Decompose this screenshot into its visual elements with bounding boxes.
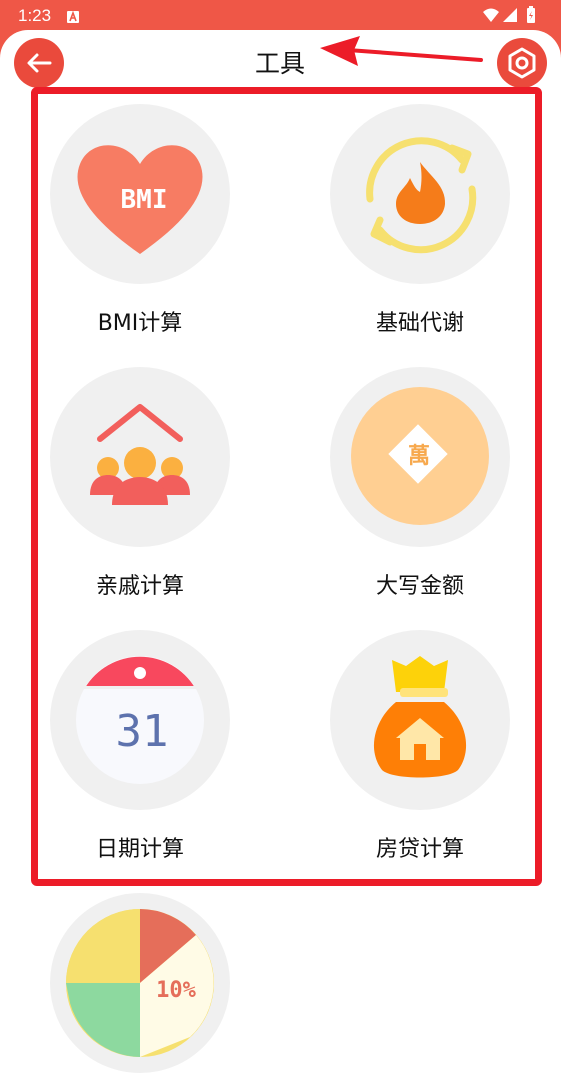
wan-coin-text: 萬 [408, 443, 430, 469]
money-bag-house-icon [373, 656, 467, 778]
tool-label: 日期计算 [95, 837, 184, 862]
status-icons [481, 6, 543, 28]
calendar-icon: 31 [70, 656, 210, 784]
tool-circle: BMI [50, 104, 230, 284]
tool-basal-metabolism[interactable]: 基础代谢 [330, 104, 510, 337]
heart-bmi-icon: BMI [77, 145, 203, 254]
status-time: 1:23 [18, 6, 52, 25]
hexagon-settings-icon [508, 47, 536, 79]
family-house-icon [90, 404, 190, 505]
tool-mortgage[interactable]: 房贷计算 [330, 630, 510, 863]
tool-circle [330, 630, 510, 810]
tool-label: 基础代谢 [375, 311, 464, 336]
wan-coin-icon: 萬 [351, 387, 489, 525]
tool-circle [330, 104, 510, 284]
tool-capital-amount[interactable]: 萬 大写金额 [330, 367, 510, 600]
tool-label: 大写金额 [375, 574, 464, 599]
heart-bmi-text: BMI [121, 185, 168, 215]
tool-circle: 31 [50, 630, 230, 810]
tool-label: BMI计算 [97, 311, 183, 336]
settings-button[interactable] [497, 38, 547, 88]
page-title: 工具 [254, 49, 305, 78]
flame-cycle-icon [366, 137, 477, 254]
battery-icon [527, 6, 535, 23]
signal-icon [503, 8, 517, 22]
tool-circle [50, 367, 230, 547]
tool-percentage[interactable]: 10% [50, 893, 230, 1073]
tool-label: 亲戚计算 [95, 574, 184, 599]
tool-bmi[interactable]: BMI BMI计算 [50, 104, 230, 337]
tool-circle: 萬 [330, 367, 510, 547]
pie-chart-icon: 10% [66, 909, 214, 1057]
tool-circle: 10% [50, 893, 230, 1073]
back-button[interactable] [14, 38, 64, 88]
tool-label: 房贷计算 [375, 837, 464, 862]
arrow-left-icon [27, 53, 52, 73]
notification-a-icon [67, 8, 79, 27]
tool-date[interactable]: 31 日期计算 [50, 630, 230, 863]
status-bar: 1:23 [0, 0, 561, 30]
tool-relatives[interactable]: 亲戚计算 [50, 367, 230, 600]
pie-chart-text: 10% [156, 978, 196, 1003]
wifi-icon [483, 8, 499, 22]
annotation-arrow [320, 36, 483, 66]
calendar-day-text: 31 [116, 706, 169, 757]
